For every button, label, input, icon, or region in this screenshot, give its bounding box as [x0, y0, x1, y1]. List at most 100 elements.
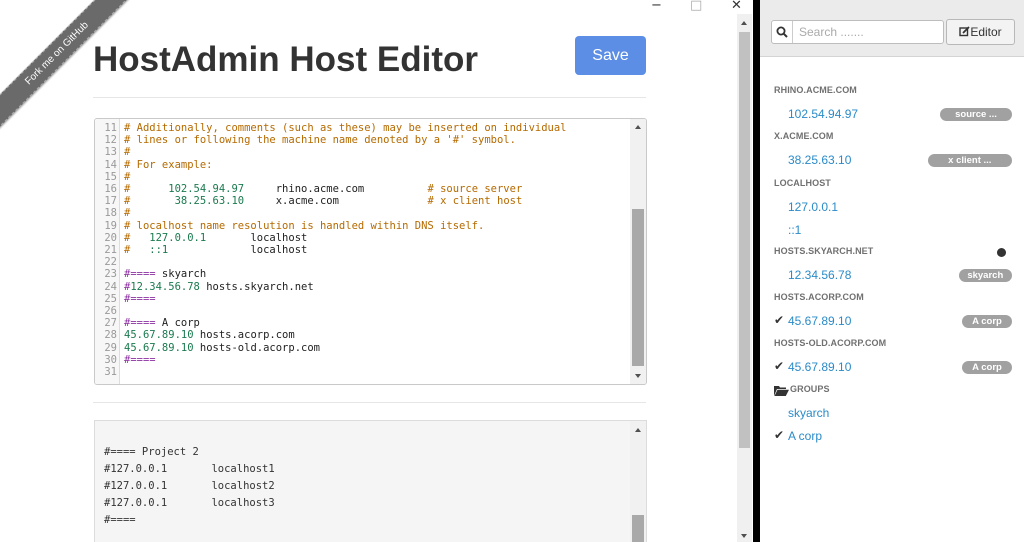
maximize-button[interactable]: □: [690, 0, 702, 14]
group-item[interactable]: A corp: [788, 429, 822, 443]
minimize-button[interactable]: −: [651, 0, 662, 14]
code-line: 26: [95, 305, 625, 318]
line-number: 11: [104, 122, 117, 134]
code-token: 127.0.0.1: [130, 231, 207, 244]
sidebar-toolbar: Search ....... Editor: [760, 0, 1024, 57]
code-line: 14 # For example:: [95, 159, 625, 172]
editor-scrollbar[interactable]: [630, 119, 646, 384]
code-text: # ::1 localhost: [124, 244, 307, 257]
code-token: ::1: [130, 244, 169, 256]
code-text: #12.34.56.78 hosts.skyarch.net: [124, 281, 314, 294]
code-token: rhino.acme.com: [244, 183, 365, 195]
edit-icon: [959, 26, 970, 37]
code-text: #==== skyarch: [124, 268, 206, 281]
code-line: 18 #: [95, 207, 625, 220]
code-token: 45.67.89.10: [124, 341, 194, 354]
code-text: # localhost name resolution is handled w…: [124, 220, 484, 233]
line-number: 13: [104, 146, 117, 159]
globe-icon[interactable]: [997, 248, 1006, 257]
host-ip-link[interactable]: 45.67.89.10: [788, 360, 851, 374]
line-number: 16: [104, 183, 117, 195]
host-ip-link[interactable]: ::1: [788, 223, 801, 237]
search-addon: [772, 21, 793, 43]
code-line: #====: [104, 514, 136, 526]
search-icon: [776, 26, 788, 38]
scrollbar-thumb[interactable]: [632, 515, 644, 542]
code-token: #====: [124, 353, 156, 366]
code-line: 31: [95, 366, 625, 379]
line-number: 24: [104, 280, 117, 293]
host-ip-link[interactable]: 45.67.89.10: [788, 314, 851, 328]
group-item[interactable]: skyarch: [788, 406, 829, 420]
code-line: 16 # 102.54.94.97 rhino.acme.com # source…: [95, 183, 625, 196]
scrollbar-thumb[interactable]: [739, 32, 750, 448]
scrollbar-thumb[interactable]: [632, 209, 644, 366]
code-token: 38.25.63.10: [130, 195, 245, 208]
line-number: 22: [104, 256, 117, 269]
project-editor[interactable]: #==== Project 2 #127.0.0.1 localhost1 #127…: [94, 420, 647, 542]
host-section-header: HOSTS-OLD.ACORP.COM: [774, 338, 887, 348]
line-number: 23: [104, 268, 117, 281]
search-group[interactable]: Search .......: [771, 20, 944, 44]
code-line: 22: [95, 256, 625, 269]
line-number: 30: [104, 353, 117, 366]
code-token: 12.34.56.78: [130, 280, 200, 293]
line-number: 19: [104, 219, 117, 232]
host-section-header: RHINO.ACME.COM: [774, 85, 857, 95]
save-button[interactable]: Save: [575, 36, 646, 75]
code-line: 25 #====: [95, 293, 625, 306]
code-line: 28 45.67.89.10 hosts.acorp.com: [95, 329, 625, 342]
code-text: # Additionally, comments (such as these)…: [124, 122, 567, 135]
code-token: hosts.skyarch.net: [199, 280, 314, 293]
code-token: #====: [124, 292, 156, 305]
scroll-down-arrow-icon[interactable]: [635, 374, 641, 378]
host-ip-link[interactable]: 38.25.63.10: [788, 153, 851, 167]
line-number: 14: [104, 158, 117, 171]
line-number: 20: [104, 231, 117, 244]
code-text: #====: [124, 354, 156, 367]
host-label-badge: A corp: [962, 315, 1012, 328]
project-editor-scrollbar[interactable]: [630, 421, 646, 542]
code-line: #127.0.0.1 localhost2: [104, 480, 275, 492]
window-scrollbar[interactable]: [737, 14, 752, 542]
code-text: #: [124, 171, 130, 184]
code-line: #127.0.0.1 localhost3: [104, 497, 275, 509]
code-line: 11 # Additionally, comments (such as thes…: [95, 122, 625, 135]
code-line: 27 #==== A corp: [95, 317, 625, 330]
hosts-code-editor[interactable]: 11 # Additionally, comments (such as thes…: [94, 118, 647, 385]
close-button[interactable]: ✕: [731, 0, 742, 14]
editor-button[interactable]: Editor: [946, 19, 1015, 45]
code-token: #: [124, 146, 131, 159]
scroll-up-arrow-icon[interactable]: [635, 428, 641, 432]
code-token: #: [124, 207, 131, 220]
group-header: GROUPS: [790, 384, 830, 394]
scroll-up-arrow-icon[interactable]: [635, 125, 641, 129]
code-token: localhost: [206, 231, 308, 244]
code-text: # 127.0.0.1 localhost: [124, 232, 307, 245]
code-text: 45.67.89.10 hosts-old.acorp.com: [124, 342, 320, 355]
code-text: #==== A corp: [124, 317, 200, 330]
line-number: 29: [104, 341, 117, 354]
host-label-badge: skyarch: [958, 269, 1012, 282]
code-token: hosts.acorp.com: [193, 329, 295, 342]
host-ip-link[interactable]: 12.34.56.78: [788, 268, 851, 282]
code-token: 102.54.94.97: [130, 183, 245, 195]
code-text: #: [124, 146, 130, 159]
host-ip-link[interactable]: 127.0.0.1: [788, 200, 838, 214]
host-ip-link[interactable]: 102.54.94.97: [788, 107, 858, 121]
scroll-down-arrow-icon[interactable]: [741, 534, 747, 538]
code-line: 12 # lines or following the machine name …: [95, 134, 625, 147]
code-line: 13 #: [95, 146, 625, 159]
code-token: # Additionally, comments (such as these)…: [124, 122, 567, 134]
code-line: 23 #==== skyarch: [95, 268, 625, 281]
search-input[interactable]: Search .......: [799, 21, 864, 43]
code-token: #====: [124, 317, 156, 330]
line-number: 25: [104, 292, 117, 305]
scroll-up-arrow-icon[interactable]: [741, 21, 747, 25]
code-line: 24 #12.34.56.78 hosts.skyarch.net: [95, 281, 625, 294]
code-text: # lines or following the machine name de…: [124, 134, 516, 147]
host-editor-window: − □ ✕ Fork me on GitHub HostAdmin Host E…: [0, 0, 753, 542]
code-token: # localhost name resolution is handled w…: [124, 219, 485, 232]
line-number: 21: [104, 244, 117, 256]
line-number: 31: [104, 366, 117, 378]
